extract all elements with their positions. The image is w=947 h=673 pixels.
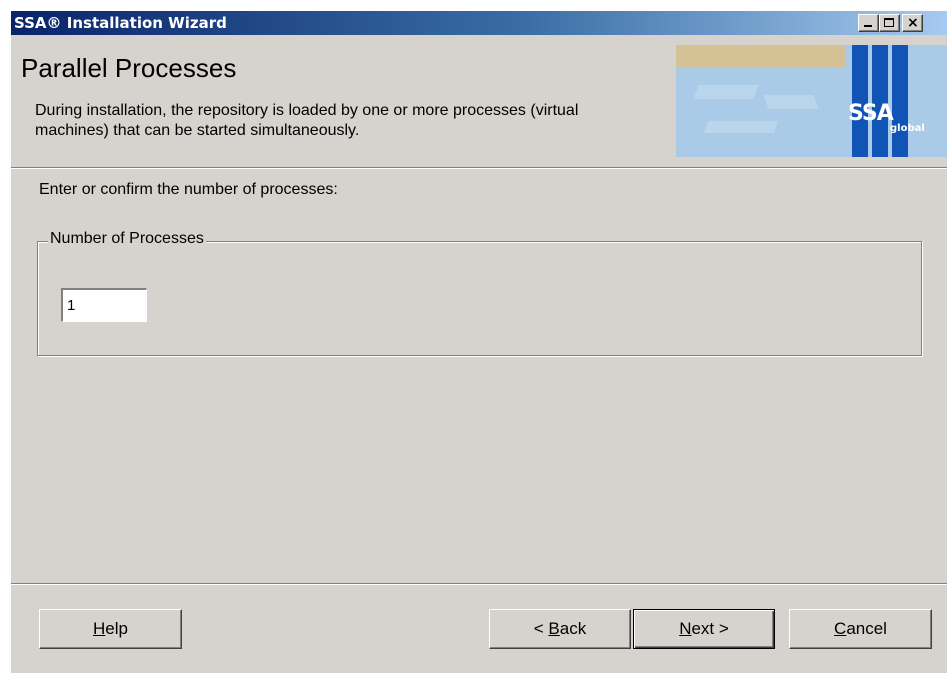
logo-bar (892, 45, 908, 157)
logo-stripe (703, 121, 779, 133)
minimize-icon (864, 25, 872, 27)
header-divider (11, 167, 947, 169)
logo-brand-text: SSA (848, 101, 894, 126)
title-bar[interactable]: SSA® Installation Wizard × (11, 11, 947, 35)
close-button[interactable]: × (902, 14, 923, 32)
maximize-icon (884, 18, 894, 27)
number-of-processes-group: Number of Processes (37, 230, 922, 356)
minimize-button[interactable] (858, 14, 879, 32)
wizard-header: Parallel Processes During installation, … (11, 35, 947, 167)
ssa-global-logo: SSA global (676, 45, 947, 157)
instruction-text: Enter or confirm the number of processes… (39, 181, 338, 198)
next-label-rest: ext > (691, 619, 729, 638)
cancel-button[interactable]: Cancel (789, 609, 932, 649)
next-accelerator: N (679, 619, 692, 638)
help-button[interactable]: Help (39, 609, 182, 649)
page-description: During installation, the repository is l… (35, 102, 579, 139)
maximize-button[interactable] (879, 14, 900, 32)
group-label: Number of Processes (48, 230, 206, 248)
cancel-label-rest: ancel (846, 619, 887, 638)
installation-wizard-window: SSA® Installation Wizard × Parallel Proc… (10, 10, 947, 673)
logo-band (676, 45, 846, 67)
window-title: SSA® Installation Wizard (14, 14, 227, 32)
footer-divider (11, 583, 947, 585)
page-title: Parallel Processes (21, 53, 237, 83)
number-of-processes-input[interactable] (61, 288, 147, 322)
logo-sub-text: global (890, 123, 925, 134)
back-accelerator: B (548, 619, 560, 638)
back-label-prefix: < (533, 619, 549, 638)
close-icon: × (907, 15, 919, 31)
logo-stripe (693, 85, 759, 99)
back-button[interactable]: < Back (489, 609, 631, 649)
help-label-rest: elp (105, 619, 128, 638)
cancel-accelerator: C (834, 619, 847, 638)
back-label-rest: ack (559, 619, 587, 638)
logo-stripe (763, 95, 819, 109)
next-button[interactable]: Next > (633, 609, 775, 649)
help-accelerator: H (93, 619, 106, 638)
